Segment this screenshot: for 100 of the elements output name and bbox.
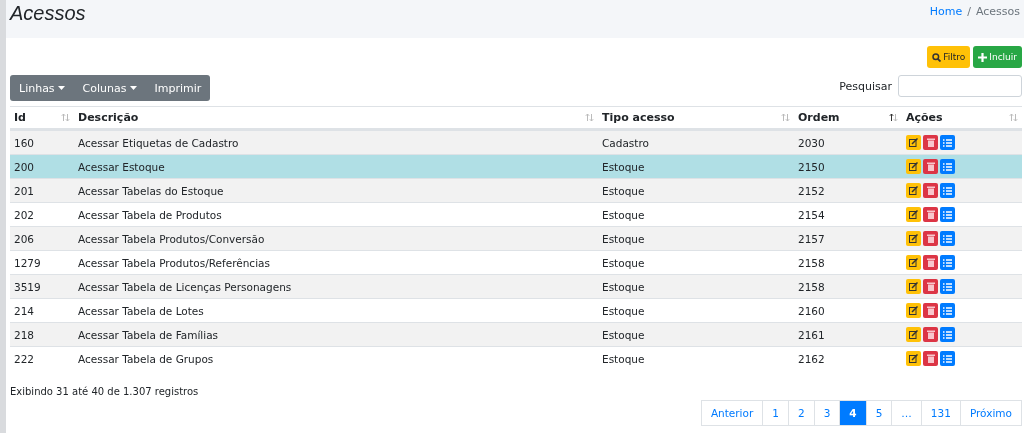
- trash-icon: [926, 258, 935, 267]
- table-cell-text: Estoque: [601, 303, 646, 319]
- table-cell-text: Acessar Tabela de Famílias: [77, 327, 220, 343]
- edit-button[interactable]: [906, 351, 921, 366]
- table-row[interactable]: 201 Acessar Tabelas do Estoque Estoque 2152: [10, 178, 1022, 202]
- table-cell-text: Acessar Tabelas do Estoque: [77, 183, 225, 199]
- table-cell-text: 202: [13, 207, 36, 223]
- table-cell-text: 201: [13, 183, 36, 199]
- table-row[interactable]: 200 Acessar Estoque Estoque 2150: [10, 154, 1022, 178]
- table-cell-text: Estoque: [601, 279, 646, 295]
- edit-button[interactable]: [906, 159, 921, 174]
- edit-button[interactable]: [906, 135, 921, 150]
- plus-icon: [978, 52, 988, 62]
- list-icon: [943, 210, 952, 219]
- column-header[interactable]: Descrição: [78, 111, 139, 124]
- table-row[interactable]: 206 Acessar Tabela Produtos/Conversão Estoque 2157: [10, 226, 1022, 250]
- table-cell-text: Estoque: [601, 231, 646, 247]
- list-button[interactable]: [940, 351, 955, 366]
- table-cell-text: 2160: [797, 303, 826, 319]
- page-link[interactable]: Próximo: [959, 400, 1022, 426]
- edit-button[interactable]: [906, 231, 921, 246]
- list-button[interactable]: [940, 159, 955, 174]
- table-cell-text: 2157: [797, 231, 826, 247]
- list-button[interactable]: [940, 231, 955, 246]
- edit-button[interactable]: [906, 207, 921, 222]
- page-link[interactable]: 1: [762, 400, 789, 426]
- page-link[interactable]: 4: [839, 400, 867, 426]
- sort-icon[interactable]: [889, 113, 898, 122]
- table-cell-text: 2162: [797, 351, 826, 367]
- table-cell-text: 2150: [797, 159, 826, 175]
- table-cell-text: Estoque: [601, 183, 646, 199]
- edit-button[interactable]: [906, 279, 921, 294]
- edit-icon: [909, 306, 918, 315]
- column-header[interactable]: Ações: [906, 111, 943, 124]
- page-link[interactable]: …: [891, 400, 922, 426]
- table-cell-text: 2030: [797, 135, 826, 151]
- filter-button[interactable]: Filtro: [927, 46, 971, 68]
- page-link[interactable]: Anterior: [700, 400, 764, 426]
- breadcrumb-link[interactable]: Home: [929, 5, 963, 18]
- list-button[interactable]: [940, 279, 955, 294]
- trash-icon: [926, 234, 935, 243]
- list-button[interactable]: [940, 303, 955, 318]
- table-cell-text: 200: [13, 159, 36, 175]
- edit-icon: [909, 162, 918, 171]
- edit-icon: [909, 330, 918, 339]
- records-info: Exibindo 31 até 40 de 1.307 registros: [10, 386, 200, 397]
- edit-button[interactable]: [906, 183, 921, 198]
- table-cell-text: Acessar Tabela de Grupos: [77, 351, 215, 367]
- table-cell-text: Acessar Tabela Produtos/Conversão: [77, 231, 266, 247]
- list-icon: [943, 258, 952, 267]
- list-icon: [943, 282, 952, 291]
- edit-icon: [909, 210, 918, 219]
- caret-icon: [57, 86, 65, 90]
- list-icon: [943, 186, 952, 195]
- list-icon: [943, 138, 952, 147]
- table-cell-text: 1279: [13, 255, 42, 271]
- caret-icon: [129, 86, 137, 90]
- trash-icon: [926, 138, 935, 147]
- list-icon: [943, 354, 952, 363]
- table-cell-text: Estoque: [601, 327, 646, 343]
- table-row[interactable]: 218 Acessar Tabela de Famílias Estoque 2161: [10, 322, 1022, 346]
- table-cell-text: 2154: [797, 207, 826, 223]
- table-cell-text: 2158: [797, 279, 826, 295]
- page-link[interactable]: 131: [920, 400, 961, 426]
- table-cell-text: 2152: [797, 183, 826, 199]
- list-button[interactable]: [940, 183, 955, 198]
- list-button[interactable]: [940, 135, 955, 150]
- list-button[interactable]: [940, 207, 955, 222]
- edit-button[interactable]: [906, 303, 921, 318]
- table-cell-text: Acessar Tabela de Produtos: [77, 207, 223, 223]
- breadcrumb-separator: /: [967, 5, 971, 18]
- table-cell-text: Estoque: [601, 207, 646, 223]
- search-field[interactable]: [898, 75, 1022, 97]
- table-cell-text: 206: [13, 231, 36, 247]
- table-row[interactable]: 160 Acessar Etiquetas de Cadastro Cadastro 2030: [10, 130, 1022, 154]
- table-cell-text: Acessar Etiquetas de Cadastro: [77, 135, 240, 151]
- edit-icon: [909, 186, 918, 195]
- list-icon: [943, 330, 952, 339]
- page-title: Acessos: [10, 2, 86, 25]
- edit-button[interactable]: [906, 327, 921, 342]
- page-link[interactable]: 2: [787, 400, 815, 426]
- table-cell-text: Acessar Tabela de Licenças Personagens: [77, 279, 293, 295]
- table-cell-text: 214: [13, 303, 36, 319]
- edit-button[interactable]: [906, 255, 921, 270]
- dropdown-button[interactable]: Colunas: [73, 75, 146, 101]
- list-button[interactable]: [940, 255, 955, 270]
- column-header[interactable]: Ordem: [798, 111, 840, 124]
- column-header[interactable]: Id: [14, 111, 26, 124]
- list-button[interactable]: [940, 327, 955, 342]
- edit-icon: [909, 138, 918, 147]
- table-cell-text: 2161: [797, 327, 826, 343]
- table-cell-text: 222: [13, 351, 36, 367]
- table-row[interactable]: 3519 Acessar Tabela de Licenças Personagens Estoque 2158: [10, 274, 1022, 298]
- table-cell-text: Cadastro: [601, 135, 650, 151]
- column-header[interactable]: Tipo acesso: [602, 111, 675, 124]
- table-cell-text: Estoque: [601, 351, 646, 367]
- table-cell-text: Estoque: [601, 159, 646, 175]
- print-button[interactable]: Imprimir: [145, 75, 211, 101]
- table-cell-text: 160: [13, 135, 36, 151]
- dropdown-button[interactable]: Linhas: [10, 75, 74, 101]
